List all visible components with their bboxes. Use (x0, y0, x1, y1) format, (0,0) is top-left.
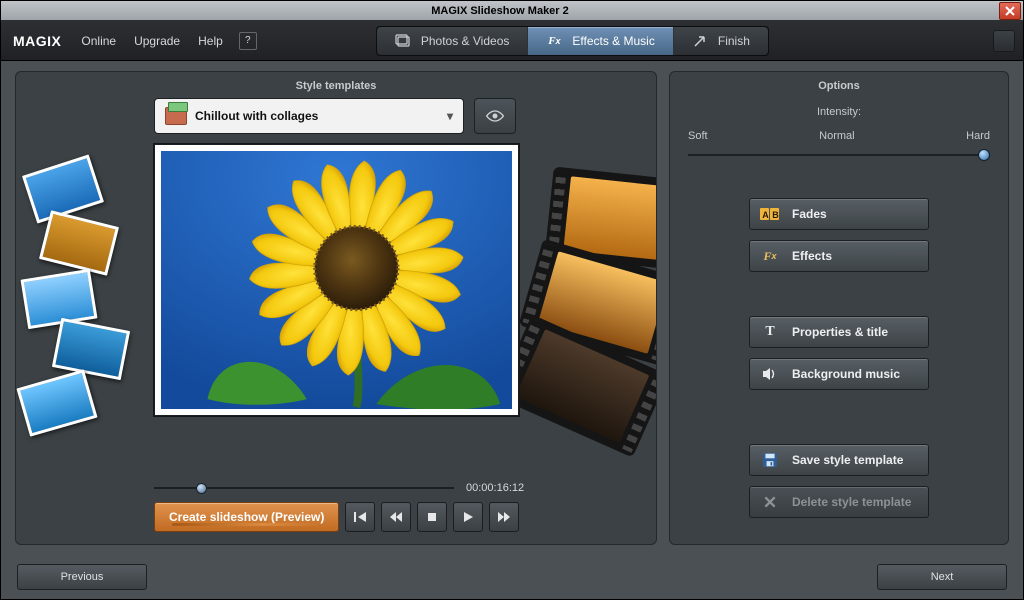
create-slideshow-preview-label: Create slideshow (Preview) (169, 510, 324, 524)
menu-online[interactable]: Online (79, 30, 118, 52)
fx-icon: Fx (546, 33, 562, 49)
preview-timecode: 00:00:16:12 (466, 482, 524, 494)
timeline-slider-knob[interactable] (196, 483, 207, 494)
next-label: Next (931, 571, 954, 583)
transport-forward-button[interactable] (489, 502, 519, 532)
delete-x-icon (760, 493, 780, 511)
tab-effects-music-label: Effects & Music (572, 34, 654, 48)
style-template-dropdown[interactable]: Chillout with collages ▾ (154, 98, 464, 134)
transport-first-button[interactable] (345, 502, 375, 532)
wizard-footer: Previous Next (1, 555, 1023, 599)
sunflower-preview-image (161, 151, 512, 409)
properties-title-label: Properties & title (792, 325, 888, 339)
background-music-button[interactable]: Background music (749, 358, 929, 390)
brand-logo: MAGIX (9, 33, 65, 49)
tab-finish[interactable]: Finish (674, 27, 768, 55)
effects-button[interactable]: Fx Effects (749, 240, 929, 272)
window-titlebar: MAGIX Slideshow Maker 2 (1, 1, 1023, 21)
effects-label: Effects (792, 249, 832, 263)
svg-text:A: A (762, 210, 769, 220)
save-style-template-button[interactable]: Save style template (749, 444, 929, 476)
tab-photos-videos[interactable]: Photos & Videos (377, 27, 529, 55)
options-panel: Options Intensity: Soft Normal Hard AB F… (669, 71, 1009, 545)
create-button-progress-indicator (172, 523, 322, 526)
transport-stop-button[interactable] (417, 502, 447, 532)
intensity-label: Intensity: (688, 106, 990, 118)
style-preview-button[interactable] (474, 98, 516, 134)
finish-arrow-icon (692, 33, 708, 49)
options-heading: Options (670, 72, 1008, 98)
previous-label: Previous (61, 571, 104, 583)
hint-icon[interactable]: ? (239, 32, 257, 50)
preview-timeline-slider[interactable] (154, 483, 454, 493)
background-music-label: Background music (792, 367, 900, 381)
chevron-down-icon: ▾ (447, 109, 453, 123)
eye-icon (485, 109, 505, 123)
intensity-normal-label: Normal (819, 130, 854, 142)
transport-play-button[interactable] (453, 502, 483, 532)
save-style-template-label: Save style template (792, 453, 903, 467)
intensity-soft-label: Soft (688, 130, 708, 142)
slideshow-preview-frame (154, 144, 519, 416)
previous-button[interactable]: Previous (17, 564, 147, 590)
properties-title-button[interactable]: T Properties & title (749, 316, 929, 348)
app-menubar: MAGIX Online Upgrade Help ? Photos & Vid… (1, 21, 1023, 61)
style-template-selected: Chillout with collages (195, 109, 318, 123)
intensity-slider-knob[interactable] (978, 149, 990, 161)
tab-finish-label: Finish (718, 34, 750, 48)
fades-ab-icon: AB (760, 205, 780, 223)
tab-effects-music[interactable]: Fx Effects & Music (528, 27, 673, 55)
create-slideshow-preview-button[interactable]: Create slideshow (Preview) (154, 502, 339, 532)
chrome-extra-button[interactable] (993, 30, 1015, 52)
wizard-tabs: Photos & Videos Fx Effects & Music Finis… (376, 26, 769, 56)
svg-text:B: B (772, 210, 779, 220)
intensity-slider[interactable] (688, 148, 990, 162)
title-t-icon: T (760, 323, 780, 341)
window-close-button[interactable] (999, 2, 1021, 20)
tab-photos-videos-label: Photos & Videos (421, 34, 510, 48)
delete-style-template-label: Delete style template (792, 495, 911, 509)
menu-help[interactable]: Help (196, 30, 225, 52)
transport-rewind-button[interactable] (381, 502, 411, 532)
window-title: MAGIX Slideshow Maker 2 (1, 5, 999, 17)
template-thumbnail-icon (165, 107, 187, 125)
fx-icon: Fx (760, 247, 780, 265)
next-button[interactable]: Next (877, 564, 1007, 590)
fades-button[interactable]: AB Fades (749, 198, 929, 230)
decorative-filmstrip (499, 157, 656, 450)
speaker-icon (760, 365, 780, 383)
fades-label: Fades (792, 207, 827, 221)
delete-style-template-button: Delete style template (749, 486, 929, 518)
style-templates-heading: Style templates (16, 72, 656, 98)
floppy-save-icon (760, 451, 780, 469)
style-templates-panel: Style templates Chillout with collages ▾ (15, 71, 657, 545)
menu-upgrade[interactable]: Upgrade (132, 30, 182, 52)
photo-stack-icon (395, 33, 411, 49)
intensity-hard-label: Hard (966, 130, 990, 142)
